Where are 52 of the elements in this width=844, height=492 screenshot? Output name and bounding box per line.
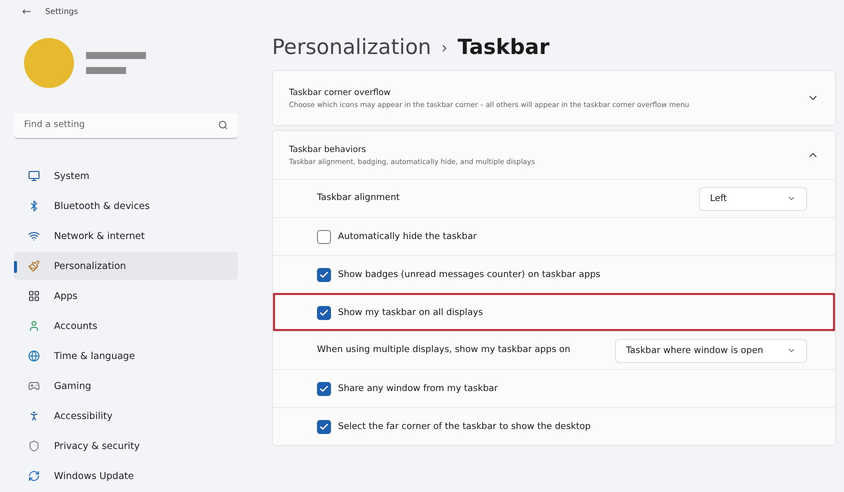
chevron-down-icon — [787, 194, 796, 203]
back-arrow[interactable]: ← — [22, 4, 32, 18]
accessibility-icon — [28, 410, 40, 422]
breadcrumb-parent[interactable]: Personalization — [272, 35, 432, 59]
checkbox-label: Share any window from my taskbar — [338, 384, 498, 394]
gamepad-icon — [28, 380, 40, 392]
page-title: Taskbar — [458, 35, 550, 59]
dropdown[interactable]: Left — [699, 186, 807, 210]
sidebar-item[interactable]: Apps — [14, 282, 238, 310]
checkmark-icon — [319, 384, 329, 394]
redacted-account-name — [86, 52, 146, 74]
chevron-down-icon — [787, 346, 796, 355]
checkbox-label: Automatically hide the taskbar — [338, 232, 477, 242]
search-field[interactable]: Find a setting — [14, 112, 238, 139]
globe-icon — [28, 350, 40, 362]
sidebar-item[interactable]: Accounts — [14, 312, 238, 340]
section-title: Taskbar behaviors — [289, 144, 367, 154]
setting-label: Taskbar alignment — [317, 192, 400, 205]
checkbox-label: Select the far corner of the taskbar to show the desktop — [338, 422, 591, 432]
sidebar-item[interactable]: Windows Update — [14, 462, 238, 490]
sidebar-item[interactable]: Time & language — [14, 342, 238, 370]
search-icon — [218, 120, 228, 130]
breadcrumb-separator: › — [441, 38, 448, 56]
apps-icon — [28, 290, 40, 302]
person-icon — [28, 320, 40, 332]
checkbox[interactable] — [317, 420, 331, 434]
section-title: Taskbar corner overflow — [289, 88, 392, 98]
checkbox[interactable] — [317, 230, 331, 244]
checkbox[interactable] — [317, 306, 331, 320]
setting-label: When using multiple displays, show my taskbar apps on — [317, 344, 570, 357]
monitor-icon — [28, 170, 40, 182]
checkbox-label: Show badges (unread messages counter) on taskbar apps — [338, 270, 600, 280]
checkbox[interactable] — [317, 268, 331, 282]
sidebar-item[interactable]: Network & internet — [14, 222, 238, 250]
avatar — [24, 38, 74, 88]
checkmark-icon — [319, 422, 329, 432]
checkbox-label: Show my taskbar on all displays — [338, 308, 483, 318]
bluetooth-icon — [28, 200, 40, 212]
dropdown[interactable]: Taskbar where window is open — [615, 338, 807, 362]
sidebar-item[interactable]: Personalization — [14, 252, 238, 280]
checkmark-icon — [319, 308, 329, 318]
sidebar-item[interactable]: Privacy & security — [14, 432, 238, 460]
checkmark-icon — [319, 270, 329, 280]
checkbox[interactable] — [317, 382, 331, 396]
paintbrush-icon — [28, 260, 40, 272]
shield-icon — [28, 440, 40, 452]
sidebar-item[interactable]: Gaming — [14, 372, 238, 400]
sidebar-item[interactable]: System — [14, 162, 238, 190]
update-icon — [28, 470, 40, 482]
sidebar-item[interactable]: Accessibility — [14, 402, 238, 430]
sidebar-item[interactable]: Bluetooth & devices — [14, 192, 238, 220]
window-title: Settings — [45, 6, 78, 16]
